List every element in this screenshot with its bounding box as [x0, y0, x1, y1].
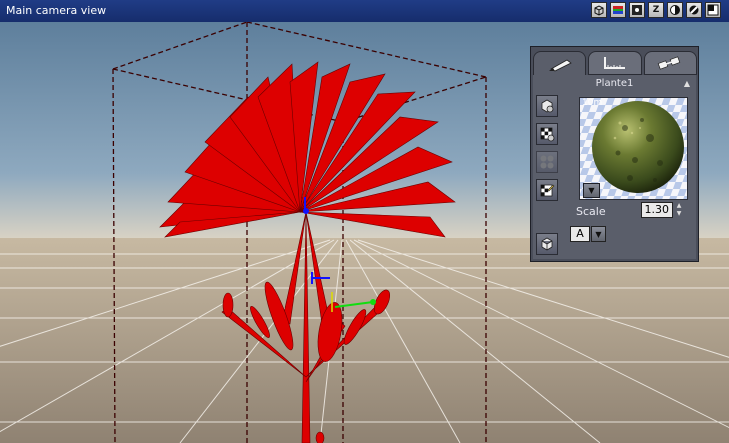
shading-icon[interactable] [686, 2, 702, 18]
scale-input[interactable]: 1.30 [641, 202, 673, 218]
window-title: Main camera view [6, 4, 107, 17]
ground [0, 238, 729, 443]
checker-pencil-icon [540, 184, 555, 197]
layout-icon[interactable] [705, 2, 721, 18]
material-settings-button[interactable] [536, 95, 558, 117]
collapse-arrow-icon[interactable]: ▲ [684, 79, 690, 88]
brush-icon [548, 59, 572, 71]
preview-dropdown-button[interactable]: ▼ [583, 183, 600, 198]
triangle-down-icon: ▼ [588, 186, 595, 195]
panel-body: Plante1 ▲ 10m ▼ Scale 1.30 ▲ ▼ A ▼ [533, 75, 696, 259]
triangle-down-icon: ▼ [595, 229, 602, 239]
preview-scale-label: 10m [582, 98, 603, 108]
object-cube-button[interactable] [536, 233, 558, 255]
stepper-up-icon[interactable]: ▲ [674, 202, 684, 210]
stepper-down-icon[interactable]: ▼ [674, 210, 684, 218]
material-panel: Plante1 ▲ 10m ▼ Scale 1.30 ▲ ▼ A ▼ [530, 46, 699, 262]
dot-icon[interactable] [629, 2, 645, 18]
titlebar: Main camera view Z [0, 0, 729, 23]
moss-sphere [592, 101, 684, 193]
letter-dropdown-button[interactable]: ▼ [591, 226, 606, 242]
scale-stepper[interactable]: ▲ ▼ [674, 202, 684, 218]
panel-tabs [533, 51, 697, 75]
cube-icon [541, 237, 553, 251]
cube-gear-icon [541, 99, 554, 113]
object-name: Plante1 [595, 78, 634, 89]
toolbar: Z [591, 2, 721, 18]
spheres-icon [540, 155, 554, 169]
checker-edit-button[interactable] [536, 179, 558, 201]
checker-gear-icon [540, 127, 555, 142]
render-mode-icon[interactable] [667, 2, 683, 18]
scale-label: Scale [576, 205, 606, 218]
cube-view-icon[interactable] [591, 2, 607, 18]
checker-settings-button[interactable] [536, 123, 558, 145]
ruler-tab[interactable] [588, 51, 642, 75]
color-bars-icon[interactable] [610, 2, 626, 18]
ruler-icon [603, 57, 625, 69]
spheres-button[interactable] [536, 151, 558, 173]
letter-select[interactable]: A [570, 226, 590, 242]
z-axis-icon[interactable]: Z [648, 2, 664, 18]
link-tab[interactable] [643, 51, 697, 75]
brush-tab[interactable] [533, 51, 587, 75]
link-icon [658, 56, 681, 70]
